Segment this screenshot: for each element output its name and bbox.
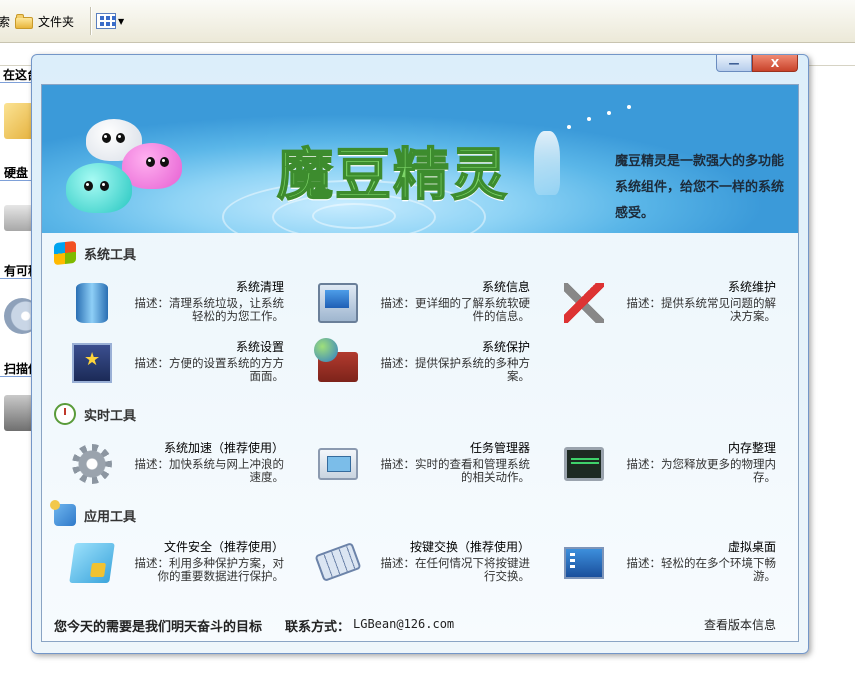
task-window-icon <box>318 448 358 480</box>
tool-description: 描述：清理系统垃圾，让系统轻松的为您工作。 <box>134 296 285 323</box>
folders-button-label: 文件夹 <box>38 14 75 29</box>
clock-icon <box>54 403 76 425</box>
toolbar-separator <box>90 7 92 35</box>
tool-name: 任务管理器 <box>469 441 530 455</box>
magic-bean-window: — X 魔豆精灵 魔豆精灵是一款强大的多功能系统组件，给您不一样的系统感受。 系… <box>31 54 809 654</box>
tool-description: 描述：为您释放更多的物理内存。 <box>626 457 777 484</box>
search-button-label: 索 <box>0 14 11 29</box>
tool-name: 内存整理 <box>727 441 776 455</box>
view-version-link[interactable]: 查看版本信息 <box>704 616 776 633</box>
section-app-tools-label: 应用工具 <box>84 509 137 525</box>
fairy-decoration <box>534 131 560 195</box>
tool-name: 系统保护 <box>481 340 530 354</box>
tool-name: 系统设置 <box>235 340 284 354</box>
explorer-toolbar: 索 文件夹 ▼ <box>0 0 855 43</box>
section-system-tools: 系统工具 <box>54 240 137 266</box>
tool-key-swap[interactable]: 按键交换（推荐使用） 描述：在任何情况下将按键进行交换。 <box>300 538 530 594</box>
memory-monitor-icon <box>564 447 604 481</box>
section-realtime-tools: 实时工具 <box>54 403 136 425</box>
folder-lock-icon <box>69 543 115 583</box>
folders-button[interactable]: 文件夹 <box>15 8 74 34</box>
sparkle-decoration <box>567 125 571 129</box>
tool-system-settings[interactable]: 系统设置 描述：方便的设置系统的方方面面。 <box>54 338 284 394</box>
tool-name: 文件安全（推荐使用） <box>163 540 284 554</box>
tool-system-info[interactable]: 系统信息 描述：更详细的了解系统软硬件的信息。 <box>300 278 530 334</box>
chevron-down-icon: ▼ <box>118 16 125 26</box>
desktop-screen-icon <box>564 547 604 579</box>
tool-name: 系统加速（推荐使用） <box>163 441 284 455</box>
hammer-wrench-icon <box>564 283 604 323</box>
views-button[interactable]: ▼ <box>96 8 124 34</box>
section-system-tools-label: 系统工具 <box>84 247 137 263</box>
sparkle-decoration <box>627 105 631 109</box>
tool-description: 描述：利用多种保护方案，对你的重要数据进行保护。 <box>134 556 285 583</box>
tool-system-speedup[interactable]: 系统加速（推荐使用） 描述：加快系统与网上冲浪的速度。 <box>54 439 284 495</box>
trash-bin-icon <box>76 283 108 323</box>
tool-name: 虚拟桌面 <box>727 540 776 554</box>
keyboard-hand-icon <box>314 542 362 582</box>
tool-name: 按键交换（推荐使用） <box>409 540 530 554</box>
tool-description: 描述：方便的设置系统的方方面面。 <box>134 356 285 383</box>
firewall-globe-icon <box>314 338 358 382</box>
tool-description: 描述：加快系统与网上冲浪的速度。 <box>134 457 285 484</box>
views-icon <box>96 13 116 29</box>
footer-motto: 您今天的需要是我们明天奋斗的目标 <box>54 620 263 635</box>
tool-system-protection[interactable]: 系统保护 描述：提供保护系统的多种方案。 <box>300 338 530 394</box>
app-box-icon <box>50 500 76 526</box>
tool-name: 系统维护 <box>727 280 776 294</box>
tool-description: 描述：轻松的在多个环境下畅游。 <box>626 556 777 583</box>
banner-title: 魔豆精灵 <box>276 142 509 209</box>
tool-virtual-desktop[interactable]: 虚拟桌面 描述：轻松的在多个环境下畅游。 <box>546 538 776 594</box>
banner: 魔豆精灵 魔豆精灵是一款强大的多功能系统组件，给您不一样的系统感受。 <box>42 85 798 233</box>
tool-description: 描述：更详细的了解系统软硬件的信息。 <box>380 296 531 323</box>
tool-description: 描述：提供保护系统的多种方案。 <box>380 356 531 383</box>
tool-description: 描述：提供系统常见问题的解决方案。 <box>626 296 777 323</box>
minimize-button[interactable]: — <box>716 55 752 72</box>
folder-icon <box>15 13 33 29</box>
tool-task-manager[interactable]: 任务管理器 描述：实时的查看和管理系统的相关动作。 <box>300 439 530 495</box>
section-app-tools: 应用工具 <box>50 500 137 526</box>
section-realtime-tools-label: 实时工具 <box>84 408 137 424</box>
sparkle-decoration <box>607 111 611 115</box>
tool-system-maintenance[interactable]: 系统维护 描述：提供系统常见问题的解决方案。 <box>546 278 776 334</box>
app-panel: 魔豆精灵 魔豆精灵是一款强大的多功能系统组件，给您不一样的系统感受。 系统工具 … <box>41 84 799 642</box>
tool-name: 系统信息 <box>481 280 530 294</box>
tool-description: 描述：实时的查看和管理系统的相关动作。 <box>380 457 531 484</box>
section-hard-disk: 硬盘 <box>4 166 29 180</box>
search-button[interactable]: 索 <box>0 8 10 34</box>
banner-description: 魔豆精灵是一款强大的多功能系统组件，给您不一样的系统感受。 <box>615 154 785 221</box>
windows-logo-icon <box>54 240 76 266</box>
cyan-bean-mascot <box>66 163 132 213</box>
footer-email[interactable]: LGBean@126.com <box>353 617 454 631</box>
tool-name: 系统清理 <box>235 280 284 294</box>
tool-file-security[interactable]: 文件安全（推荐使用） 描述：利用多种保护方案，对你的重要数据进行保护。 <box>54 538 284 594</box>
tool-memory-optimize[interactable]: 内存整理 描述：为您释放更多的物理内存。 <box>546 439 776 495</box>
tool-system-clean[interactable]: 系统清理 描述：清理系统垃圾，让系统轻松的为您工作。 <box>54 278 284 334</box>
close-button[interactable]: X <box>752 55 798 72</box>
window-controls: — X <box>716 55 798 72</box>
footer-contact-label: 联系方式： <box>285 620 351 635</box>
tool-description: 描述：在任何情况下将按键进行交换。 <box>380 556 531 583</box>
monitor-magnifier-icon <box>318 283 358 323</box>
sparkle-decoration <box>587 117 591 121</box>
magic-wand-icon <box>72 343 112 383</box>
gear-icon <box>72 444 112 484</box>
